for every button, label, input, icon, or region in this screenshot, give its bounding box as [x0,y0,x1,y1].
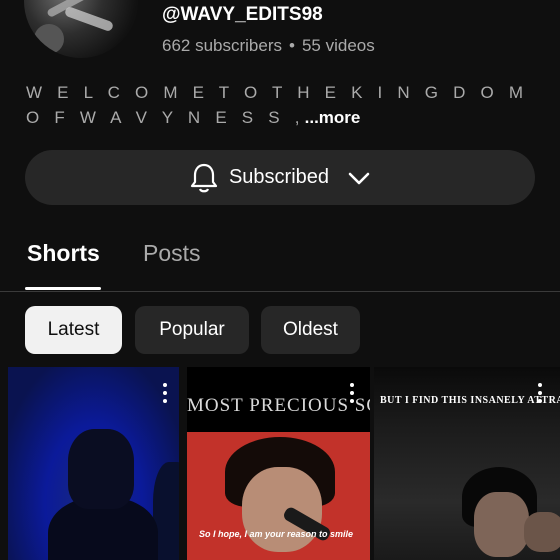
tab-divider [0,291,560,292]
short-caption: So I hope, I am your reason to smile [199,529,354,539]
more-vert-icon[interactable] [163,383,167,403]
subscriber-count: 662 subscribers [162,36,283,55]
bell-icon [189,162,219,194]
channel-handle: @WAVY_EDITS98 [162,4,323,25]
more-vert-icon[interactable] [350,383,354,403]
subscribed-label: Subscribed [228,166,330,188]
video-count: 55 videos [301,36,375,55]
chevron-down-icon [347,170,371,186]
active-tab-indicator [25,287,101,290]
channel-avatar[interactable] [24,0,138,58]
channel-description[interactable]: W E L C O M E T O T H E K I N G D O M O … [26,80,536,130]
filter-chip-latest[interactable]: Latest [25,306,122,354]
subscribed-button[interactable]: Subscribed [25,150,535,205]
short-thumbnail[interactable]: BUT I FIND THIS INSANELY ATTRAC [374,367,560,560]
short-overlay-text: MOST PRECIOUS SO [187,395,370,416]
tab-shorts[interactable]: Shorts [27,240,100,267]
description-text: W E L C O M E T O T H E K I N G D O M O … [26,83,529,127]
tab-posts[interactable]: Posts [143,240,201,267]
filter-chip-oldest[interactable]: Oldest [261,306,360,354]
more-vert-icon[interactable] [538,383,542,403]
short-thumbnail[interactable]: MOST PRECIOUS SO So I hope, I am your re… [187,367,370,560]
more-link[interactable]: ...more [305,108,361,127]
channel-stats: 662 subscribers • 55 videos [162,36,375,56]
stats-separator: • [289,36,295,55]
short-thumbnail[interactable] [8,367,179,560]
short-overlay-text: BUT I FIND THIS INSANELY ATTRAC [380,395,560,406]
filter-chip-popular[interactable]: Popular [135,306,249,354]
